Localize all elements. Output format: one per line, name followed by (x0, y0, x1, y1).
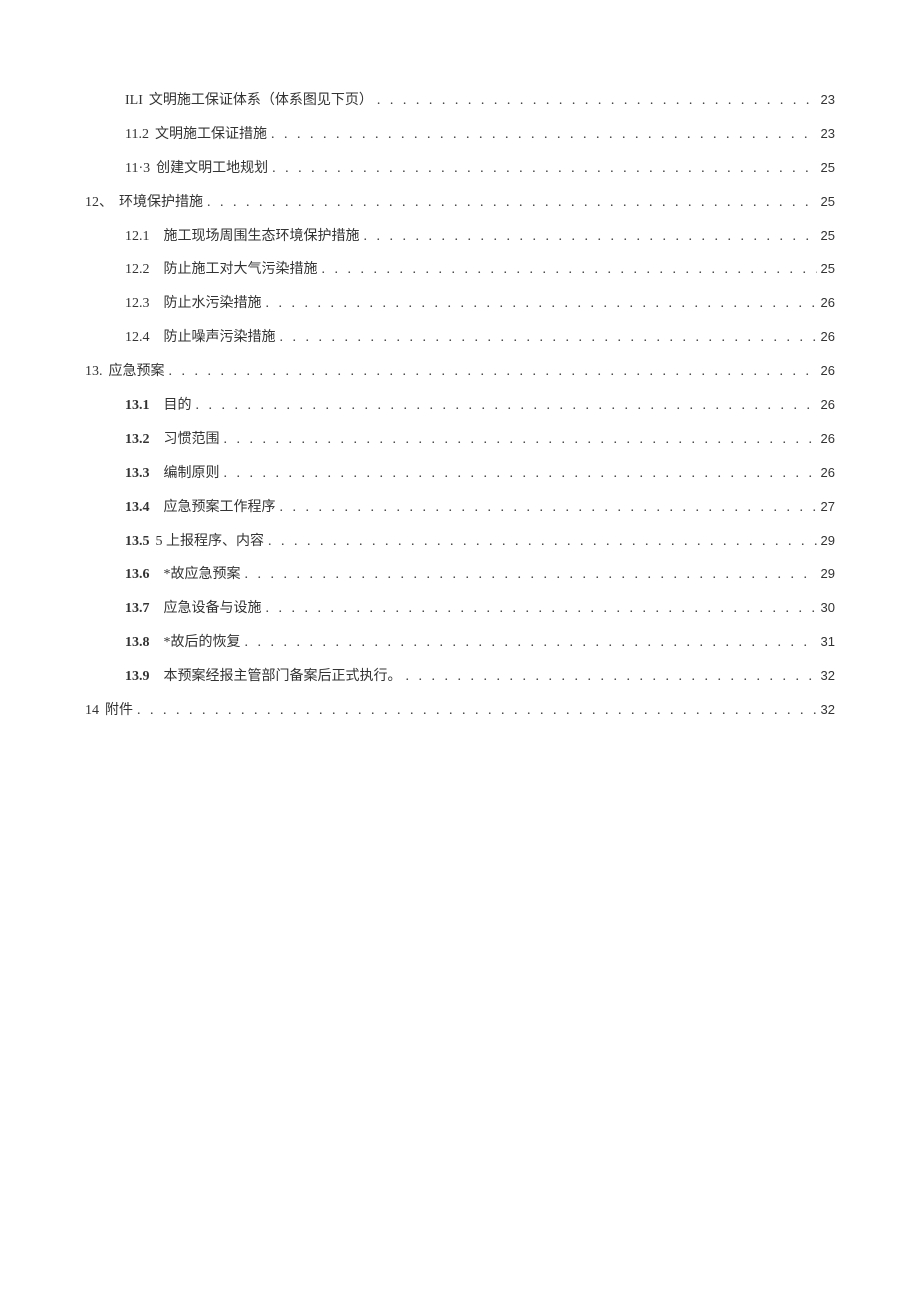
toc-entry: 13.7 应急设备与设施. . . . . . . . . . . . . . .… (85, 596, 835, 622)
toc-entry-page: 31 (821, 630, 835, 654)
toc-entry-page: 27 (821, 495, 835, 519)
toc-entry-title: 施工现场周围生态环境保护措施 (164, 224, 360, 250)
toc-entry: 13.8 *故后的恢复. . . . . . . . . . . . . . . … (85, 630, 835, 656)
toc-entry-number: 12、 (85, 190, 113, 216)
toc-entry: 13.9 本预案经报主管部门备案后正式执行。. . . . . . . . . .… (85, 664, 835, 690)
toc-entry: 13.3 编制原则. . . . . . . . . . . . . . . . … (85, 461, 835, 487)
toc-leader-dots: . . . . . . . . . . . . . . . . . . . . … (245, 630, 817, 656)
toc-entry-number: 12.1 (125, 224, 150, 250)
toc-entry-number: 13.8 (125, 630, 150, 656)
toc-leader-dots: . . . . . . . . . . . . . . . . . . . . … (266, 291, 817, 317)
toc-entry-number: 13.9 (125, 664, 150, 690)
toc-entry-number: 11·3 (125, 156, 150, 182)
table-of-contents: ILI文明施工保证体系（体系图见下页）. . . . . . . . . . .… (85, 88, 835, 724)
toc-entry-page: 32 (821, 664, 835, 688)
toc-entry-title: 应急预案 (109, 359, 165, 385)
toc-entry-number: 13.3 (125, 461, 150, 487)
toc-entry-page: 25 (821, 190, 835, 214)
toc-entry: 12.2 防止施工对大气污染措施. . . . . . . . . . . . .… (85, 257, 835, 283)
toc-leader-dots: . . . . . . . . . . . . . . . . . . . . … (406, 664, 817, 690)
toc-entry-page: 29 (821, 529, 835, 553)
toc-entry-title: 5 上报程序、内容 (156, 529, 265, 555)
toc-entry: 11.2文明施工保证措施. . . . . . . . . . . . . . … (85, 122, 835, 148)
toc-entry-number: 13.6 (125, 562, 150, 588)
toc-leader-dots: . . . . . . . . . . . . . . . . . . . . … (169, 359, 817, 385)
toc-entry: 13. 应急预案. . . . . . . . . . . . . . . . .… (85, 359, 835, 385)
toc-entry-title: 附件 (105, 698, 133, 724)
toc-leader-dots: . . . . . . . . . . . . . . . . . . . . … (280, 325, 817, 351)
toc-entry: 12.3 防止水污染措施. . . . . . . . . . . . . . .… (85, 291, 835, 317)
toc-entry-page: 26 (821, 325, 835, 349)
toc-entry-number: ILI (125, 88, 143, 114)
toc-entry: 12、环境保护措施. . . . . . . . . . . . . . . .… (85, 190, 835, 216)
toc-entry-number: 13.1 (125, 393, 150, 419)
toc-leader-dots: . . . . . . . . . . . . . . . . . . . . … (245, 562, 817, 588)
toc-leader-dots: . . . . . . . . . . . . . . . . . . . . … (224, 461, 817, 487)
toc-entry-page: 25 (821, 224, 835, 248)
toc-entry-title: 文明施工保证措施 (155, 122, 267, 148)
toc-entry-number: 13.5 (125, 529, 150, 555)
toc-entry-page: 23 (821, 122, 835, 146)
toc-leader-dots: . . . . . . . . . . . . . . . . . . . . … (322, 257, 817, 283)
toc-leader-dots: . . . . . . . . . . . . . . . . . . . . … (196, 393, 817, 419)
toc-entry-number: 13. (85, 359, 103, 385)
toc-entry-number: 13.4 (125, 495, 150, 521)
toc-entry: 11·3创建文明工地规划. . . . . . . . . . . . . . … (85, 156, 835, 182)
toc-entry-number: 12.3 (125, 291, 150, 317)
toc-entry-number: 13.7 (125, 596, 150, 622)
toc-entry-title: 编制原则 (164, 461, 220, 487)
toc-entry: 13.6 *故应急预案. . . . . . . . . . . . . . . … (85, 562, 835, 588)
toc-entry-title: 本预案经报主管部门备案后正式执行。 (164, 664, 402, 690)
toc-entry-title: *故后的恢复 (164, 630, 241, 656)
toc-entry: 13.1 目的. . . . . . . . . . . . . . . . . … (85, 393, 835, 419)
toc-entry-title: 创建文明工地规划 (156, 156, 268, 182)
toc-entry-title: 应急设备与设施 (164, 596, 262, 622)
toc-leader-dots: . . . . . . . . . . . . . . . . . . . . … (272, 156, 816, 182)
toc-entry-title: 文明施工保证体系（体系图见下页） (149, 88, 373, 114)
toc-entry-page: 32 (821, 698, 835, 722)
toc-entry-title: 目的 (164, 393, 192, 419)
toc-entry-title: 环境保护措施 (119, 190, 203, 216)
toc-entry: 12.4 防止噪声污染措施. . . . . . . . . . . . . . … (85, 325, 835, 351)
toc-leader-dots: . . . . . . . . . . . . . . . . . . . . … (271, 122, 817, 148)
toc-entry-title: 防止施工对大气污染措施 (164, 257, 318, 283)
toc-entry-title: 习惯范围 (164, 427, 220, 453)
toc-leader-dots: . . . . . . . . . . . . . . . . . . . . … (280, 495, 817, 521)
toc-entry-number: 12.2 (125, 257, 150, 283)
toc-entry-page: 23 (821, 88, 835, 112)
toc-leader-dots: . . . . . . . . . . . . . . . . . . . . … (266, 596, 817, 622)
toc-entry-page: 26 (821, 291, 835, 315)
toc-entry: ILI 文明施工保证体系（体系图见下页）. . . . . . . . . . .… (85, 88, 835, 114)
toc-leader-dots: . . . . . . . . . . . . . . . . . . . . … (364, 224, 817, 250)
toc-entry-number: 12.4 (125, 325, 150, 351)
toc-entry-page: 26 (821, 427, 835, 451)
toc-entry-number: 11.2 (125, 122, 149, 148)
toc-entry-page: 26 (821, 461, 835, 485)
toc-entry: 13.55 上报程序、内容. . . . . . . . . . . . . .… (85, 529, 835, 555)
toc-entry: 13.4 应急预案工作程序. . . . . . . . . . . . . . … (85, 495, 835, 521)
toc-entry-page: 26 (821, 359, 835, 383)
toc-leader-dots: . . . . . . . . . . . . . . . . . . . . … (207, 190, 817, 216)
toc-entry-title: 防止水污染措施 (164, 291, 262, 317)
toc-entry: 13.2 习惯范围. . . . . . . . . . . . . . . . … (85, 427, 835, 453)
toc-entry-page: 26 (821, 393, 835, 417)
toc-entry: 14附件. . . . . . . . . . . . . . . . . . … (85, 698, 835, 724)
toc-entry-number: 14 (85, 698, 99, 724)
toc-entry-page: 25 (821, 257, 835, 281)
toc-entry-title: 防止噪声污染措施 (164, 325, 276, 351)
toc-leader-dots: . . . . . . . . . . . . . . . . . . . . … (137, 698, 817, 724)
toc-entry-page: 29 (821, 562, 835, 586)
toc-entry-title: 应急预案工作程序 (164, 495, 276, 521)
toc-entry-title: *故应急预案 (164, 562, 241, 588)
toc-entry-number: 13.2 (125, 427, 150, 453)
toc-leader-dots: . . . . . . . . . . . . . . . . . . . . … (224, 427, 817, 453)
toc-entry-page: 30 (821, 596, 835, 620)
toc-leader-dots: . . . . . . . . . . . . . . . . . . . . … (268, 529, 817, 555)
toc-leader-dots: . . . . . . . . . . . . . . . . . . . . … (377, 88, 817, 114)
toc-entry: 12.1 施工现场周围生态环境保护措施. . . . . . . . . . . … (85, 224, 835, 250)
toc-entry-page: 25 (821, 156, 835, 180)
